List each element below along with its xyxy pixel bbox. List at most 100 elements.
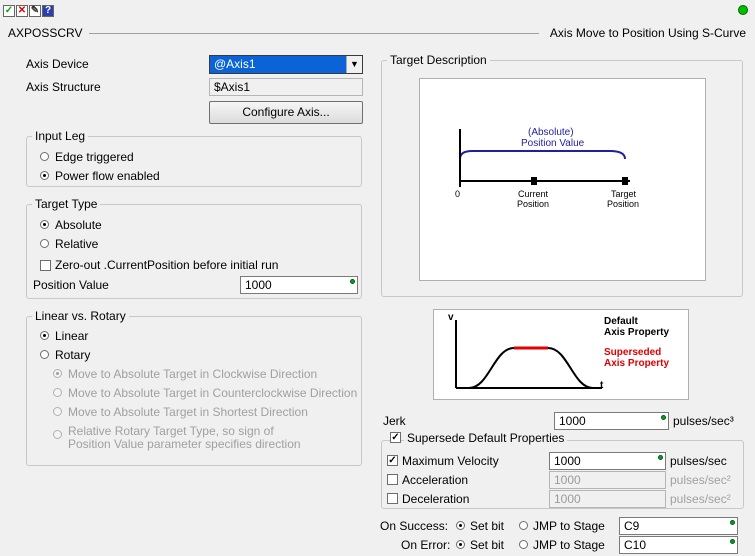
valid-indicator-icon [658, 455, 663, 460]
on-error-jmp-radio[interactable] [519, 540, 528, 549]
superseded-legend-line1: Superseded [604, 347, 662, 358]
toolbar: ✓ ✕ ✎ ? [0, 0, 755, 20]
default-legend-line2: Axis Property [604, 327, 670, 338]
zero-label: 0 [455, 189, 461, 199]
valid-indicator-icon [350, 279, 355, 284]
acceleration-unit: pulses/sec² [670, 473, 731, 487]
target-position-line2: Position [607, 199, 640, 209]
on-success-setbit-radio[interactable] [456, 521, 465, 530]
on-success-label: On Success: [380, 519, 449, 533]
rotary-shortest-radio[interactable] [53, 407, 62, 416]
axis-structure-field: $Axis1 [209, 78, 363, 96]
accel-curve [468, 347, 515, 389]
jerk-unit: pulses/sec³ [673, 414, 734, 428]
deceleration-input[interactable]: 1000 [549, 490, 666, 508]
acceleration-label[interactable]: Acceleration [402, 473, 468, 487]
instruction-name: AXPOSSCRV [8, 26, 83, 40]
max-velocity-checkbox[interactable]: ✓ [387, 455, 398, 466]
zero-out-label[interactable]: Zero-out .CurrentPosition before initial… [55, 258, 278, 272]
deceleration-unit: pulses/sec² [670, 492, 731, 506]
on-error-setbit-label[interactable]: Set bit [470, 538, 504, 552]
rotary-relative-line1: Relative Rotary Target Type, so sign of [68, 424, 274, 438]
check-green-icon[interactable]: ✓ [3, 5, 15, 17]
max-velocity-label[interactable]: Maximum Velocity [402, 454, 499, 468]
on-error-setbit-radio[interactable] [456, 540, 465, 549]
status-indicator-icon [738, 5, 748, 15]
absolute-radio[interactable] [40, 220, 49, 229]
valid-indicator-icon [730, 539, 735, 544]
rotary-clockwise-radio[interactable] [53, 369, 62, 378]
superseded-legend-line2: Axis Property [604, 358, 670, 369]
rotary-relative-line2: Position Value parameter specifies direc… [68, 437, 301, 451]
max-velocity-value: 1000 [554, 454, 581, 468]
cross-red-icon[interactable]: ✕ [16, 5, 28, 17]
position-bracket [459, 150, 626, 160]
input-leg-title: Input Leg [32, 129, 89, 143]
current-position-line2: Position [517, 199, 550, 209]
jerk-input[interactable]: 1000 [554, 412, 669, 430]
position-value-input[interactable]: 1000 [240, 276, 358, 294]
rotary-radio[interactable] [40, 350, 49, 359]
acceleration-checkbox[interactable] [387, 474, 398, 485]
acceleration-value: 1000 [554, 473, 581, 487]
power-flow-radio[interactable] [40, 171, 49, 180]
valid-indicator-icon [661, 415, 666, 420]
relative-label[interactable]: Relative [55, 237, 98, 251]
zero-out-checkbox[interactable] [40, 260, 51, 271]
power-flow-label[interactable]: Power flow enabled [55, 169, 160, 183]
rotary-counterclockwise-radio[interactable] [53, 388, 62, 397]
axis-structure-value: $Axis1 [214, 80, 251, 94]
linear-radio[interactable] [40, 331, 49, 340]
deceleration-checkbox[interactable] [387, 493, 398, 504]
target-description-title: Target Description [387, 53, 490, 67]
t-label: t [600, 380, 604, 391]
on-success-input[interactable]: C9 [619, 517, 738, 535]
on-error-input[interactable]: C10 [619, 536, 738, 554]
target-position-marker [622, 177, 628, 185]
relative-radio[interactable] [40, 239, 49, 248]
default-legend-line1: Default [604, 316, 638, 327]
linear-rotary-title: Linear vs. Rotary [32, 309, 129, 323]
supersede-checkbox[interactable]: ✓ [390, 432, 401, 443]
bracket-label-line2: Position Value [521, 138, 585, 149]
position-value-label: Position Value [33, 278, 109, 292]
position-value-text: 1000 [245, 278, 272, 292]
max-velocity-input[interactable]: 1000 [549, 452, 666, 470]
deceleration-value: 1000 [554, 492, 581, 506]
on-success-setbit-label[interactable]: Set bit [470, 519, 504, 533]
deceleration-label[interactable]: Deceleration [402, 492, 469, 506]
rotary-shortest-label[interactable]: Move to Absolute Target in Shortest Dire… [68, 405, 308, 419]
v-label: v [448, 312, 454, 323]
help-icon[interactable]: ? [42, 5, 54, 17]
on-error-label: On Error: [401, 538, 451, 552]
decel-curve [547, 347, 594, 389]
current-position-marker [531, 177, 537, 185]
absolute-label[interactable]: Absolute [55, 218, 102, 232]
rotary-clockwise-label[interactable]: Move to Absolute Target in Clockwise Dir… [68, 367, 317, 381]
target-position-line1: Target [611, 189, 637, 199]
axis-device-value: @Axis1 [214, 57, 256, 71]
on-error-value: C10 [624, 538, 647, 552]
rotary-relative-radio[interactable] [53, 430, 62, 439]
edit-icon[interactable]: ✎ [29, 5, 41, 17]
chevron-down-icon[interactable]: ▼ [346, 56, 362, 73]
axis-structure-label: Axis Structure [26, 80, 101, 94]
header-divider [89, 33, 539, 34]
configure-axis-button[interactable]: Configure Axis... [209, 101, 363, 124]
on-success-jmp-radio[interactable] [519, 521, 528, 530]
supersede-label[interactable]: Supersede Default Properties [404, 431, 568, 445]
edge-triggered-radio[interactable] [40, 152, 49, 161]
jerk-value: 1000 [559, 414, 586, 428]
on-success-value: C9 [624, 519, 640, 533]
edge-triggered-label[interactable]: Edge triggered [55, 150, 134, 164]
rotary-counterclockwise-label[interactable]: Move to Absolute Target in Counterclockw… [68, 386, 357, 400]
rotary-label[interactable]: Rotary [55, 348, 90, 362]
axis-device-label: Axis Device [26, 57, 89, 71]
axis-device-select[interactable]: @Axis1 ▼ [209, 55, 363, 74]
on-error-jmp-label[interactable]: JMP to Stage [533, 538, 605, 552]
position-diagram-svg [459, 129, 630, 187]
linear-label[interactable]: Linear [55, 329, 88, 343]
jerk-label: Jerk [383, 414, 406, 428]
acceleration-input[interactable]: 1000 [549, 471, 666, 489]
on-success-jmp-label[interactable]: JMP to Stage [533, 519, 605, 533]
